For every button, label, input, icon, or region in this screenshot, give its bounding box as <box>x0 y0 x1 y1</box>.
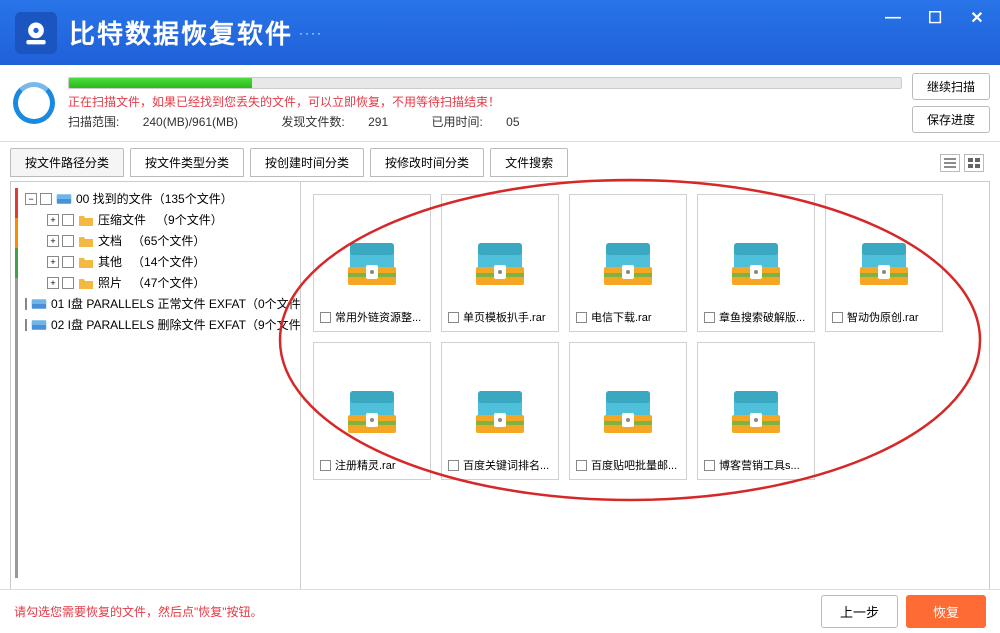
file-name: 博客营销工具s... <box>719 457 808 473</box>
archive-icon <box>472 235 528 291</box>
scan-message: 正在扫描文件，如果已经找到您丢失的文件，可以立即恢复，不用等待扫描结束！ <box>68 93 902 110</box>
file-name: 百度关键词排名... <box>463 457 552 473</box>
tab-search[interactable]: 文件搜索 <box>490 148 568 177</box>
file-checkbox[interactable] <box>448 312 459 323</box>
archive-icon <box>856 235 912 291</box>
expand-icon[interactable]: + <box>47 256 59 268</box>
file-checkbox[interactable] <box>832 312 843 323</box>
footer: 请勾选您需要恢复的文件，然后点"恢复"按钮。 上一步 恢复 <box>0 589 1000 633</box>
archive-icon <box>344 383 400 439</box>
file-card[interactable]: 百度贴吧批量邮... <box>569 342 687 480</box>
archive-icon <box>472 383 528 439</box>
tree-checkbox[interactable] <box>62 235 74 247</box>
file-card[interactable]: 章鱼搜索破解版... <box>697 194 815 332</box>
tree-item-archive[interactable]: + 压缩文件 （9个文件） <box>47 209 296 230</box>
titlebar: 比特数据恢复软件 ···· — ☐ ✕ <box>0 0 1000 65</box>
maximize-button[interactable]: ☐ <box>920 6 950 30</box>
collapse-icon[interactable]: − <box>25 193 37 205</box>
tree-checkbox[interactable] <box>62 214 74 226</box>
view-list-button[interactable] <box>940 154 960 172</box>
expand-icon[interactable]: + <box>47 235 59 247</box>
disk-recovery-icon <box>22 19 50 47</box>
tree-drive-1[interactable]: 01 I盘 PARALLELS 正常文件 EXFAT（0个文件） <box>25 293 296 314</box>
tree-checkbox[interactable] <box>40 193 52 205</box>
content-area: − 00 找到的文件（135个文件） + 压缩文件 （9个文件） + <box>10 181 990 596</box>
folder-icon <box>78 254 94 270</box>
app-logo <box>15 12 57 54</box>
archive-icon <box>344 235 400 291</box>
tree-panel: − 00 找到的文件（135个文件） + 压缩文件 （9个文件） + <box>11 182 301 595</box>
file-checkbox[interactable] <box>576 460 587 471</box>
tab-by-path[interactable]: 按文件路径分类 <box>10 148 124 177</box>
tab-by-type[interactable]: 按文件类型分类 <box>130 148 244 177</box>
drive-icon <box>31 317 47 333</box>
expand-icon[interactable]: + <box>47 277 59 289</box>
footer-hint: 请勾选您需要恢复的文件，然后点"恢复"按钮。 <box>14 603 813 620</box>
file-name: 智动伪原创.rar <box>847 309 936 325</box>
grid-icon <box>968 158 980 168</box>
tree-checkbox[interactable] <box>25 298 27 310</box>
file-checkbox[interactable] <box>448 460 459 471</box>
file-checkbox[interactable] <box>576 312 587 323</box>
tree-drive-2[interactable]: 02 I盘 PARALLELS 删除文件 EXFAT（9个文件） <box>25 314 296 335</box>
file-card[interactable]: 智动伪原创.rar <box>825 194 943 332</box>
tree-item-document[interactable]: + 文档 （65个文件） <box>47 230 296 251</box>
file-card[interactable]: 博客营销工具s... <box>697 342 815 480</box>
archive-icon <box>728 235 784 291</box>
file-checkbox[interactable] <box>320 460 331 471</box>
drive-icon <box>31 296 47 312</box>
recover-button[interactable]: 恢复 <box>906 595 986 628</box>
folder-icon <box>78 212 94 228</box>
archive-icon <box>728 383 784 439</box>
file-card[interactable]: 百度关键词排名... <box>441 342 559 480</box>
tree-checkbox[interactable] <box>62 277 74 289</box>
save-progress-button[interactable]: 保存进度 <box>912 106 990 133</box>
tree-item-photo[interactable]: + 照片 （47个文件） <box>47 272 296 293</box>
file-card[interactable]: 注册精灵.rar <box>313 342 431 480</box>
file-name: 百度贴吧批量邮... <box>591 457 680 473</box>
list-icon <box>944 158 956 168</box>
file-name: 单页模板扒手.rar <box>463 309 552 325</box>
spinner-icon <box>13 82 55 124</box>
file-checkbox[interactable] <box>320 312 331 323</box>
file-checkbox[interactable] <box>704 460 715 471</box>
tab-by-modified[interactable]: 按修改时间分类 <box>370 148 484 177</box>
scan-spinner <box>10 79 58 127</box>
file-name: 常用外链资源整... <box>335 309 424 325</box>
close-button[interactable]: ✕ <box>962 6 992 30</box>
continue-scan-button[interactable]: 继续扫描 <box>912 73 990 100</box>
file-card[interactable]: 常用外链资源整... <box>313 194 431 332</box>
tree-item-other[interactable]: + 其他 （14个文件） <box>47 251 296 272</box>
file-name: 章鱼搜索破解版... <box>719 309 808 325</box>
tabs-row: 按文件路径分类 按文件类型分类 按创建时间分类 按修改时间分类 文件搜索 <box>0 142 1000 177</box>
drive-icon <box>56 191 72 207</box>
expand-icon[interactable]: + <box>47 214 59 226</box>
folder-icon <box>78 275 94 291</box>
archive-icon <box>600 235 656 291</box>
title-dots: ···· <box>299 26 323 40</box>
app-title: 比特数据恢复软件 <box>69 14 293 51</box>
scan-progress <box>68 77 902 89</box>
file-name: 电信下载.rar <box>591 309 680 325</box>
tab-by-created[interactable]: 按创建时间分类 <box>250 148 364 177</box>
folder-icon <box>78 233 94 249</box>
file-name: 注册精灵.rar <box>335 457 424 473</box>
tree-checkbox[interactable] <box>25 319 27 331</box>
scan-toolbar: 正在扫描文件，如果已经找到您丢失的文件，可以立即恢复，不用等待扫描结束！ 扫描范… <box>0 65 1000 142</box>
tree-checkbox[interactable] <box>62 256 74 268</box>
file-card[interactable]: 电信下载.rar <box>569 194 687 332</box>
prev-button[interactable]: 上一步 <box>821 595 898 628</box>
scan-info: 扫描范围: 240(MB)/961(MB) 发现文件数: 291 已用时间: 0… <box>68 113 902 130</box>
view-grid-button[interactable] <box>964 154 984 172</box>
file-checkbox[interactable] <box>704 312 715 323</box>
archive-icon <box>600 383 656 439</box>
tree-root[interactable]: − 00 找到的文件（135个文件） <box>25 188 296 209</box>
file-card[interactable]: 单页模板扒手.rar <box>441 194 559 332</box>
file-panel: 常用外链资源整... 单页模板扒手.rar 电信下载.rar 章鱼搜索破解版..… <box>301 182 989 595</box>
minimize-button[interactable]: — <box>878 6 908 30</box>
